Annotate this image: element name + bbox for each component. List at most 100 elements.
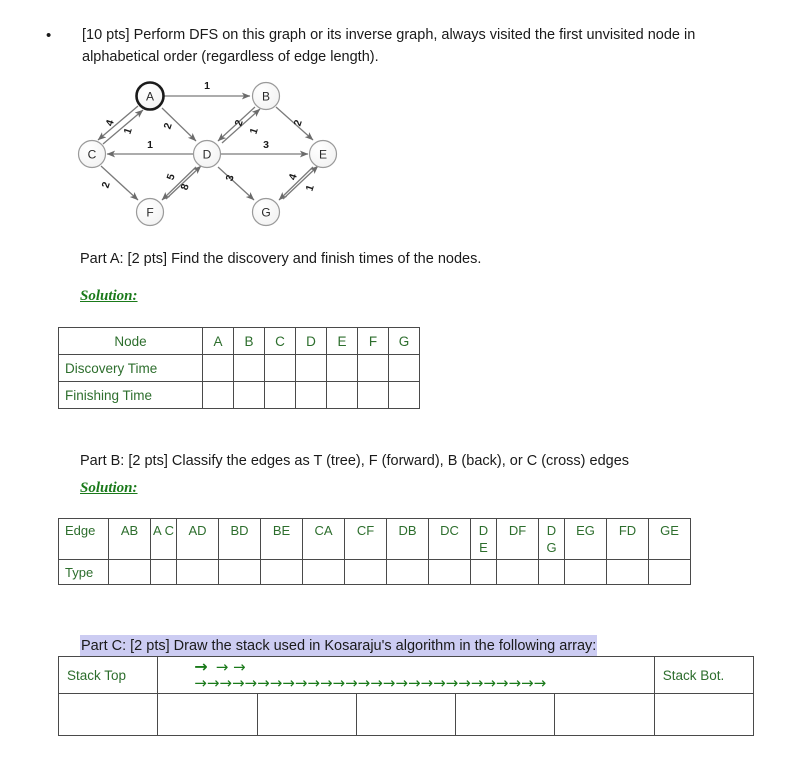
discovery-cell-G[interactable] [388, 354, 420, 382]
weight-B-E: 2 [292, 118, 305, 127]
discovery-cell-F[interactable] [357, 354, 389, 382]
edge-classify-table: Edge AB A C AD BD BE CA CF DB DC D E DF … [58, 518, 691, 585]
part-a-prompt: Part A: [2 pts] Find the discovery and f… [80, 251, 482, 267]
edge-col-FD: FD [606, 518, 649, 560]
finishing-cell-D[interactable] [295, 381, 327, 409]
stack-cell-7[interactable] [653, 693, 755, 736]
table-row: Discovery Time [58, 354, 420, 382]
stack-top-label: Stack Top [57, 656, 159, 694]
stack-arrows-cell: → → → →→→→→→→→→→→→→→→→→→→→→→→→→→→→ [157, 656, 655, 694]
discovery-cell-C[interactable] [264, 354, 296, 382]
edge-type-cell-BE[interactable] [260, 559, 303, 585]
node-col-D: D [295, 327, 327, 355]
finishing-cell-F[interactable] [357, 381, 389, 409]
edge-E-G [278, 166, 314, 201]
table-row: Edge AB A C AD BD BE CA CF DB DC D E DF … [58, 518, 691, 560]
weight-F-D: 8 [179, 182, 192, 191]
node-col-G: G [388, 327, 420, 355]
finishing-cell-E[interactable] [326, 381, 358, 409]
edge-col-AC: A C [150, 518, 177, 560]
node-col-E: E [326, 327, 358, 355]
stack-cell-6[interactable] [554, 693, 655, 736]
edge-G-E [282, 165, 319, 200]
part-b-prompt: Part B: [2 pts] Classify the edges as T … [80, 453, 630, 469]
weight-A-C: 4 [104, 118, 117, 127]
bullet-icon: • [46, 27, 52, 44]
graph-node-E: E [308, 139, 338, 169]
weight-D-E: 3 [263, 139, 269, 151]
edge-F-D [165, 165, 202, 200]
edge-col-DB: DB [386, 518, 429, 560]
node-times-table: Node A B C D E F G Discovery Time Finish… [58, 327, 420, 409]
weight-D-G: 3 [224, 173, 237, 182]
table-row: Node A B C D E F G [58, 327, 420, 355]
stack-cell-2[interactable] [157, 693, 258, 736]
edge-type-cell-BD[interactable] [218, 559, 261, 585]
edge-col-DF: DF [496, 518, 539, 560]
graph-node-label-G: G [261, 206, 270, 220]
node-col-B: B [233, 327, 265, 355]
node-col-A: A [202, 327, 234, 355]
discovery-cell-B[interactable] [233, 354, 265, 382]
edge-type-cell-DF[interactable] [496, 559, 539, 585]
edge-col-EG: EG [564, 518, 607, 560]
table-row: Type [58, 559, 691, 585]
edge-col-BD: BD [218, 518, 261, 560]
finishing-time-label: Finishing Time [58, 381, 203, 409]
edge-type-cell-DB[interactable] [386, 559, 429, 585]
graph-node-G: G [251, 197, 281, 227]
table-row [57, 693, 755, 736]
graph-node-label-B: B [262, 90, 270, 104]
part-c-prompt: Part C: [2 pts] Draw the stack used in K… [80, 635, 598, 657]
edge-type-cell-CF[interactable] [344, 559, 387, 585]
edge-type-cell-GE[interactable] [648, 559, 691, 585]
edge-type-cell-CA[interactable] [302, 559, 345, 585]
finishing-cell-B[interactable] [233, 381, 265, 409]
edge-type-cell-DC[interactable] [428, 559, 471, 585]
node-col-C: C [264, 327, 296, 355]
stack-cell-5[interactable] [455, 693, 556, 736]
edge-col-GE: GE [648, 518, 691, 560]
edge-type-cell-AC[interactable] [150, 559, 177, 585]
discovery-cell-D[interactable] [295, 354, 327, 382]
discovery-cell-E[interactable] [326, 354, 358, 382]
edge-col-AB: AB [108, 518, 151, 560]
discovery-cell-A[interactable] [202, 354, 234, 382]
arrow-row-1: → → → [194, 659, 653, 675]
stack-cell-3[interactable] [256, 693, 357, 736]
graph-node-label-E: E [319, 148, 327, 162]
node-table-header-label: Node [58, 327, 203, 355]
finishing-cell-G[interactable] [388, 381, 420, 409]
graph-edge-weights: 1 4 1 2 2 1 2 1 3 2 5 8 3 4 1 [100, 80, 317, 193]
edge-col-CF: CF [344, 518, 387, 560]
weight-D-F: 5 [165, 172, 178, 181]
stack-cell-1[interactable] [57, 693, 159, 736]
edge-type-cell-AD[interactable] [176, 559, 219, 585]
kosaraju-stack-table: Stack Top → → → →→→→→→→→→→→→→→→→→→→→→→→→→… [57, 656, 755, 736]
edge-type-cell-FD[interactable] [606, 559, 649, 585]
edge-type-cell-DG[interactable] [538, 559, 565, 585]
edge-type-row-label: Type [58, 559, 109, 585]
graph-node-F: F [135, 197, 165, 227]
graph-node-C: C [77, 139, 107, 169]
weight-D-C: 1 [147, 139, 153, 151]
edge-type-cell-DE[interactable] [470, 559, 497, 585]
edge-col-DG: D G [538, 518, 565, 560]
stack-bottom-label: Stack Bot. [653, 656, 755, 694]
finishing-cell-A[interactable] [202, 381, 234, 409]
edge-col-BE: BE [260, 518, 303, 560]
part-b-solution-label: Solution: [80, 480, 138, 496]
edge-type-cell-EG[interactable] [564, 559, 607, 585]
arrow-row-2: →→→→→→→→→→→→→→→→→→→→→→→→→→→→ [194, 676, 653, 691]
weight-A-B: 1 [204, 80, 210, 92]
weight-A-D: 2 [162, 121, 175, 130]
weight-E-G: 4 [287, 172, 300, 181]
weight-C-F: 2 [100, 180, 113, 189]
finishing-cell-C[interactable] [264, 381, 296, 409]
stack-cell-4[interactable] [355, 693, 457, 736]
question-block: • [10 pts] Perform DFS on this graph or … [46, 24, 762, 68]
edge-D-G [217, 166, 255, 201]
weight-D-B: 1 [248, 126, 261, 135]
edge-type-cell-AB[interactable] [108, 559, 151, 585]
question-text: [10 pts] Perform DFS on this graph or it… [82, 27, 696, 65]
